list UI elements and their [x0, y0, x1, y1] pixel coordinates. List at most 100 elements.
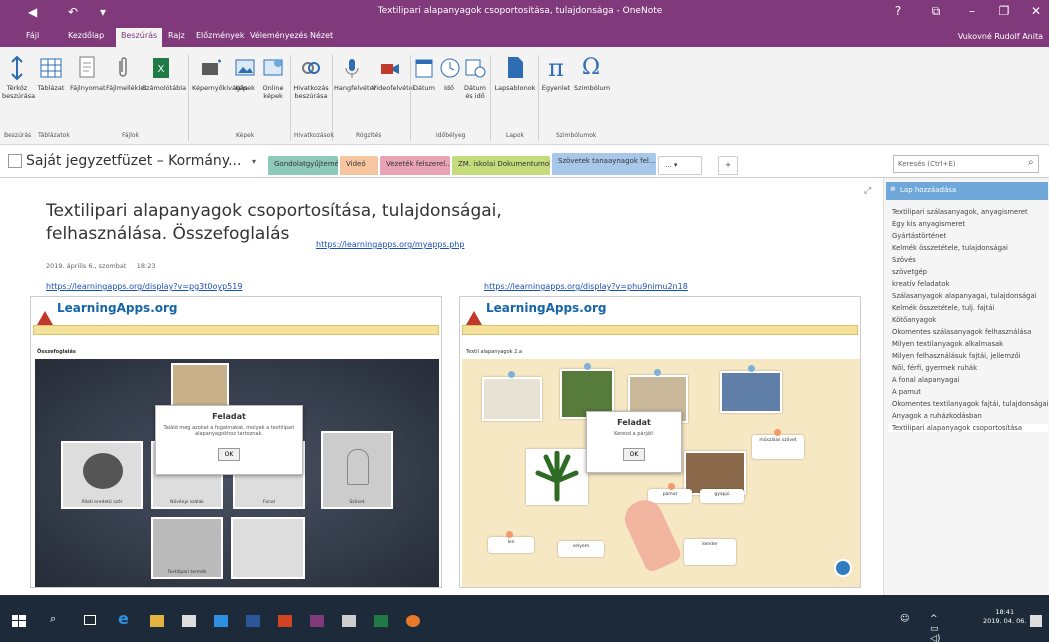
label-2[interactable]: gyapjú — [700, 489, 744, 503]
spreadsheet-button[interactable]: X Számolótábla — [142, 55, 186, 92]
page-item[interactable]: Egy kis anyagismeret — [892, 220, 1048, 228]
screen-clipping-button[interactable]: Képernyőkivágás — [192, 55, 247, 92]
edge-icon[interactable]: e — [118, 609, 132, 628]
quick-access-icon[interactable]: ▾ — [100, 5, 106, 19]
user-name[interactable]: Vukovné Rudolf Anita — [958, 32, 1043, 41]
help-button[interactable]: ? — [888, 4, 908, 18]
close-button[interactable]: ✕ — [1026, 4, 1046, 18]
ok-button-left[interactable]: OK — [217, 448, 241, 461]
page-item[interactable]: Milyen felhasználásuk fajtái, jellemzői — [892, 352, 1048, 360]
drag-handle[interactable] — [506, 531, 513, 538]
page-item-selected[interactable]: Textilipari alapanyagok csoportosítása — [888, 424, 1048, 432]
firefox-icon[interactable] — [406, 615, 420, 627]
insert-space-button[interactable]: Térköz beszúrása — [2, 55, 35, 100]
page-item[interactable]: Ökomentes textilanyagok fajtái, tulajdon… — [892, 400, 1048, 408]
onenote-icon[interactable] — [310, 615, 324, 627]
page-item[interactable]: Ökomentes szálasanyagok felhasználása — [892, 328, 1048, 336]
page-item[interactable]: Kötőanyagok — [892, 316, 1048, 324]
search-input[interactable]: Keresés (Ctrl+E) — [893, 155, 1039, 173]
undo-icon[interactable]: ↶ — [68, 5, 78, 19]
label-4[interactable]: selyem — [558, 541, 604, 557]
people-icon[interactable]: ☺ — [900, 614, 914, 626]
file-explorer-icon[interactable] — [150, 615, 164, 627]
page-item[interactable]: Női, férfi, gyermek ruhák — [892, 364, 1048, 372]
page-item[interactable]: Kelmék összetétele, tulj. fajtái — [892, 304, 1048, 312]
page-item[interactable]: Szálasanyagok alapanyagai, tulajdonságai — [892, 292, 1048, 300]
drag-handle[interactable] — [774, 429, 781, 436]
word-icon[interactable] — [246, 615, 260, 627]
photo-hemp[interactable] — [526, 449, 588, 505]
page-item[interactable]: szövetgép — [892, 268, 1048, 276]
tab-review[interactable]: Véleményezés — [250, 31, 308, 40]
date-time-button[interactable]: Dátum és idő — [462, 55, 488, 100]
online-pictures-button[interactable]: Online képek — [260, 55, 286, 100]
drag-handle[interactable] — [668, 483, 675, 490]
expand-icon[interactable]: ⤢ — [864, 186, 871, 196]
learningapps-screenshot-right[interactable]: LearningApps.org Textil alapanyagok 2.a … — [459, 296, 861, 588]
card-4[interactable]: Szövet — [321, 431, 393, 509]
section-tab-4[interactable]: ZM. iskolai Dokumentumok — [452, 156, 550, 175]
settings-icon[interactable] — [834, 559, 852, 577]
maximize-button[interactable]: ❐ — [994, 4, 1014, 18]
card-6[interactable] — [231, 517, 305, 579]
tab-insert[interactable]: Beszúrás — [116, 28, 163, 47]
tab-file[interactable]: Fájl — [26, 31, 39, 40]
label-6[interactable]: műszálas szövet — [752, 435, 804, 459]
search-icon[interactable]: ⌕ — [50, 612, 64, 625]
excel-icon[interactable] — [374, 615, 388, 627]
page-item[interactable]: kreatív feladatok — [892, 280, 1048, 288]
back-icon[interactable]: ◀ — [28, 5, 37, 19]
label-3[interactable]: len — [488, 537, 534, 553]
page-item[interactable]: Milyen textilanyagok alkalmasak — [892, 340, 1048, 348]
file-attachment-button[interactable]: Fájlmelléklet — [106, 55, 147, 92]
notebook-dropdown-icon[interactable]: ▾ — [252, 157, 256, 166]
link-learningapps-right[interactable]: https://learningapps.org/display?v=phu9n… — [484, 282, 688, 291]
calendar-icon[interactable] — [342, 615, 356, 627]
page-item[interactable]: Szövés — [892, 256, 1048, 264]
learningapps-screenshot-left[interactable]: LearningApps.org Összefoglalás Állati er… — [30, 296, 442, 588]
powerpoint-icon[interactable] — [278, 615, 292, 627]
tray-icons[interactable]: ^ ▭ ◁) — [930, 614, 944, 642]
page-item[interactable]: Textilipari szálasanyagok, anyagismeret — [892, 208, 1048, 216]
notification-icon[interactable] — [1030, 615, 1042, 627]
equation-button[interactable]: π Egyenlet — [540, 55, 572, 92]
task-view-icon[interactable] — [84, 615, 96, 625]
drag-handle[interactable] — [748, 365, 755, 372]
card-5[interactable]: Textilipari termék — [151, 517, 223, 579]
fullscreen-button[interactable]: ⧉ — [926, 4, 946, 19]
tab-draw[interactable]: Rajz — [168, 31, 185, 40]
minimize-button[interactable]: – — [962, 4, 982, 18]
drag-handle[interactable] — [584, 363, 591, 370]
section-tab-5[interactable]: Szövetek tanaaynagok fel... — [552, 153, 656, 175]
windows-start-icon[interactable] — [12, 615, 26, 627]
page-templates-button[interactable]: Lapsablonok — [494, 55, 536, 92]
section-tab-1[interactable]: Gondolatgyűjtemény — [268, 156, 338, 175]
page-item[interactable]: A fonal alapanyagai — [892, 376, 1048, 384]
section-tab-2[interactable]: Videó — [340, 156, 378, 175]
tab-home[interactable]: Kezdőlap — [68, 31, 104, 40]
link-learningapps-left[interactable]: https://learningapps.org/display?v=pg3t0… — [46, 282, 242, 291]
page-item[interactable]: Gyártástörténet — [892, 232, 1048, 240]
link-myapps[interactable]: https://learningapps.org/myapps.php — [316, 240, 464, 249]
card-1[interactable]: Állati eredetű szőr — [61, 441, 143, 509]
video-record-button[interactable]: Videofelvétel — [372, 55, 415, 92]
tab-history[interactable]: Előzmények — [196, 31, 244, 40]
more-sections-button[interactable]: ... ▾ — [658, 156, 702, 175]
table-button[interactable]: Táblázat — [36, 55, 66, 92]
tab-view[interactable]: Nézet — [310, 31, 333, 40]
symbol-button[interactable]: Ω Szimbólum — [574, 55, 610, 92]
label-1[interactable]: pamut — [648, 489, 692, 503]
date-button[interactable]: Dátum — [412, 55, 436, 92]
photo-field[interactable] — [720, 371, 782, 413]
page-item[interactable]: A pamut — [892, 388, 1048, 396]
page-item[interactable]: Kelmék összetétele, tulajdonságai — [892, 244, 1048, 252]
clock[interactable]: 18:41 2019. 04. 06. — [983, 608, 1026, 626]
pictures-button[interactable]: Képek — [232, 55, 258, 92]
add-page-button[interactable]: ⊕ Lap hozzáadása — [886, 182, 1048, 200]
label-5[interactable]: kender — [684, 539, 736, 565]
store-icon[interactable] — [214, 615, 228, 627]
page-item[interactable]: Anyagok a ruházkodásban — [892, 412, 1048, 420]
page-canvas[interactable]: ⤢ Textilipari alapanyagok csoportosítása… — [0, 178, 883, 595]
insert-link-button[interactable]: Hivatkozás beszúrása — [292, 55, 330, 100]
add-section-button[interactable]: + — [718, 156, 738, 175]
